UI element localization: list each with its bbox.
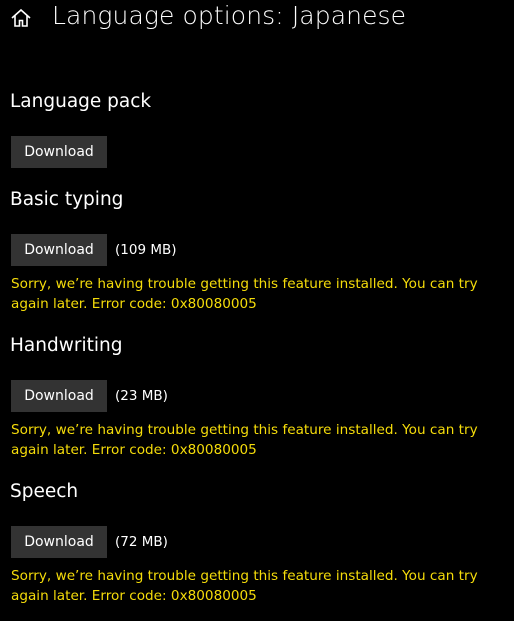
- section-title-handwriting: Handwriting: [10, 335, 123, 356]
- header: Language options: Japanese: [0, 0, 514, 40]
- section-title-language-pack: Language pack: [10, 91, 152, 112]
- handwriting-size: (23 MB): [115, 388, 168, 404]
- handwriting-download-button[interactable]: Download: [11, 380, 107, 412]
- page-title: Language options: Japanese: [52, 1, 407, 30]
- basic-typing-error-message: Sorry, we’re having trouble getting this…: [11, 276, 478, 312]
- handwriting-error-message: Sorry, we’re having trouble getting this…: [11, 422, 478, 458]
- speech-size: (72 MB): [115, 534, 168, 550]
- home-icon[interactable]: [10, 8, 32, 28]
- basic-typing-download-button[interactable]: Download: [11, 234, 107, 266]
- speech-error-message: Sorry, we’re having trouble getting this…: [11, 568, 478, 604]
- language-pack-download-button[interactable]: Download: [11, 136, 107, 168]
- section-title-basic-typing: Basic typing: [10, 189, 124, 210]
- section-title-speech: Speech: [10, 481, 79, 502]
- basic-typing-size: (109 MB): [115, 242, 177, 258]
- speech-download-button[interactable]: Download: [11, 526, 107, 558]
